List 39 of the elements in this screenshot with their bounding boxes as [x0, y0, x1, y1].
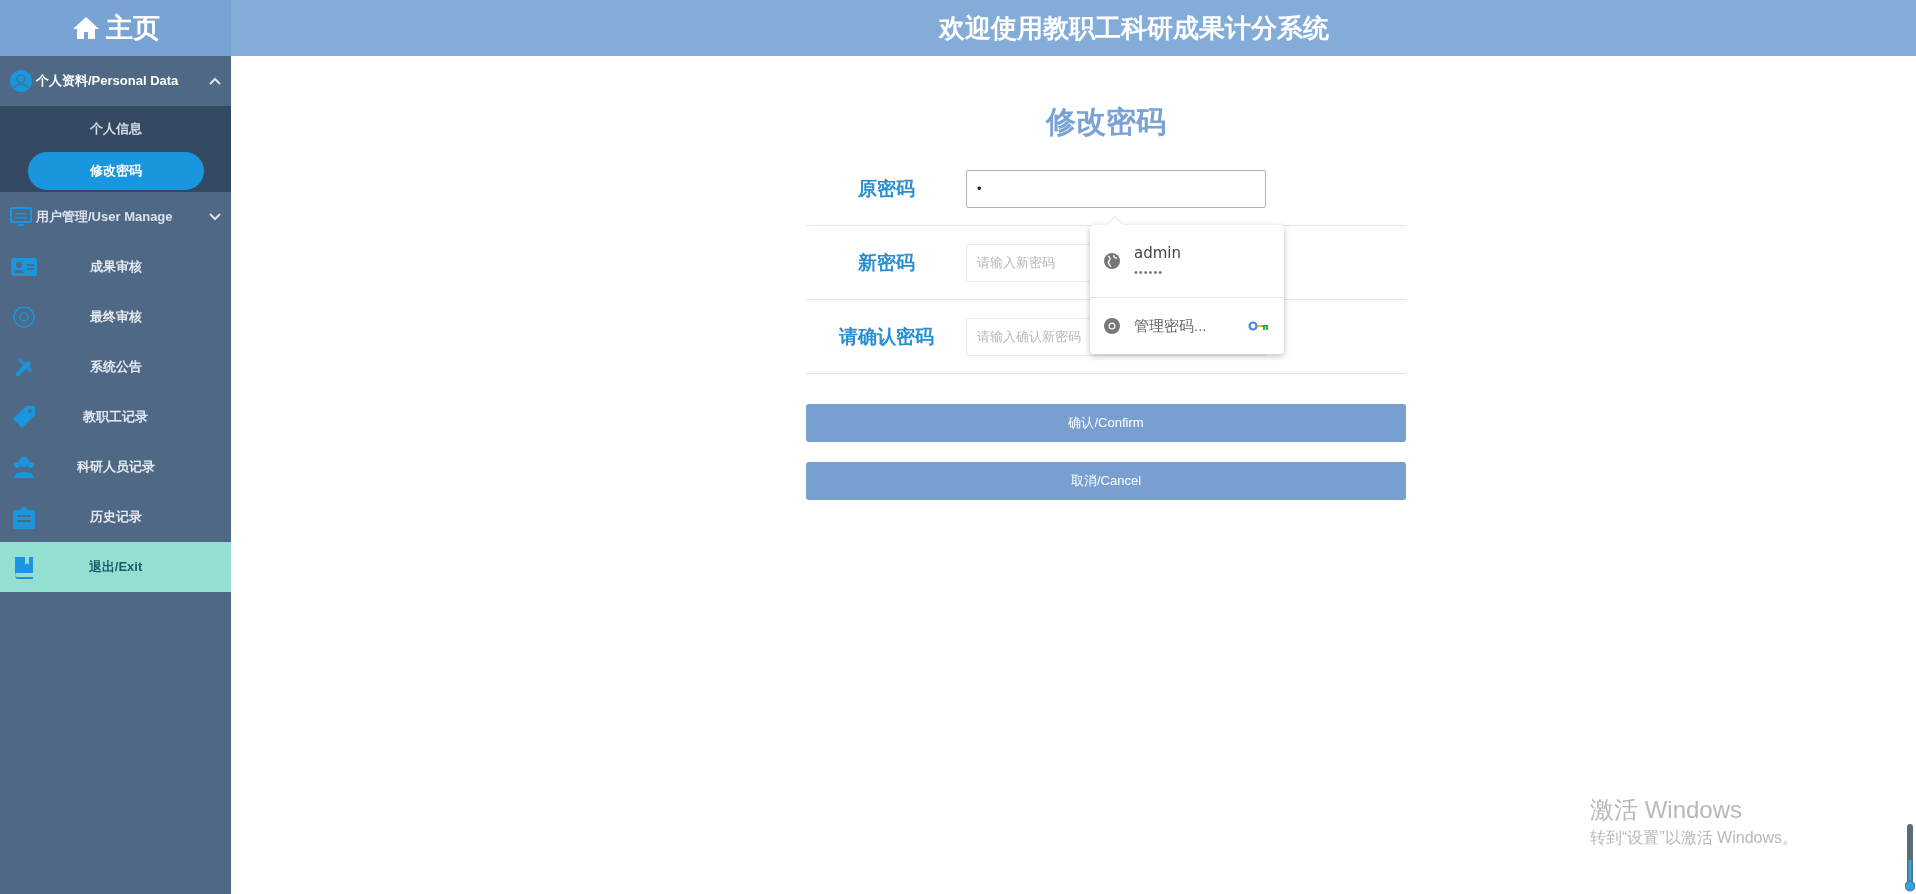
- password-field[interactable]: •: [966, 169, 1266, 208]
- form-title: 修改密码: [1044, 104, 1167, 140]
- submenu-item[interactable]: 修改密码: [27, 152, 204, 190]
- browser-logo-icon: [1104, 318, 1120, 334]
- confirm-button[interactable]: 确认/Confirm: [806, 404, 1406, 442]
- sidebar-item[interactable]: 退出/Exit: [0, 542, 231, 592]
- page-header-title: 欢迎使用教职工科研成果计分系统: [938, 11, 1329, 45]
- menu-group[interactable]: 个人资料/Personal Data: [0, 56, 231, 106]
- monitor-icon: [10, 206, 32, 228]
- submenu-item[interactable]: 个人信息: [27, 110, 204, 148]
- sidebar-item[interactable]: 历史记录: [0, 492, 231, 542]
- thermometer-icon: [1905, 824, 1915, 892]
- user-circle-icon: [10, 70, 32, 92]
- sidebar-item[interactable]: 系统公告: [0, 342, 231, 392]
- menu-group[interactable]: 用户管理/User Manage: [0, 192, 231, 242]
- globe-icon: [1104, 253, 1120, 269]
- manage-passwords-item[interactable]: 管理密码...: [1090, 298, 1284, 354]
- sidebar-item[interactable]: 成果审核: [0, 242, 231, 292]
- pencil-ruler-icon: [13, 356, 35, 378]
- field-label: 新密码: [856, 250, 916, 275]
- sidebar-item[interactable]: 教职工记录: [0, 392, 231, 442]
- book-icon: [13, 555, 35, 579]
- tag-icon: [12, 405, 36, 429]
- key-icon: [1248, 321, 1270, 331]
- saved-credential-item[interactable]: admin ••••••: [1090, 225, 1284, 298]
- sidebar-item[interactable]: 最终审核: [0, 292, 231, 342]
- field-label: 原密码: [856, 176, 916, 201]
- chevron-up-icon: [209, 77, 221, 85]
- clipboard-icon: [12, 505, 36, 529]
- people-icon: [12, 456, 36, 478]
- sidebar-item[interactable]: 科研人员记录: [0, 442, 231, 492]
- activation-message: 转到“设置”以激活 Windows。: [1590, 828, 1798, 848]
- field-label: 请确认密码: [837, 324, 935, 349]
- id-card-icon: [11, 258, 37, 276]
- chevron-down-icon: [209, 213, 221, 221]
- home-icon: [71, 16, 100, 40]
- home-link[interactable]: 主页: [0, 0, 231, 56]
- cancel-button[interactable]: 取消/Cancel: [806, 462, 1406, 500]
- activation-title: 激活 Windows: [1590, 795, 1744, 825]
